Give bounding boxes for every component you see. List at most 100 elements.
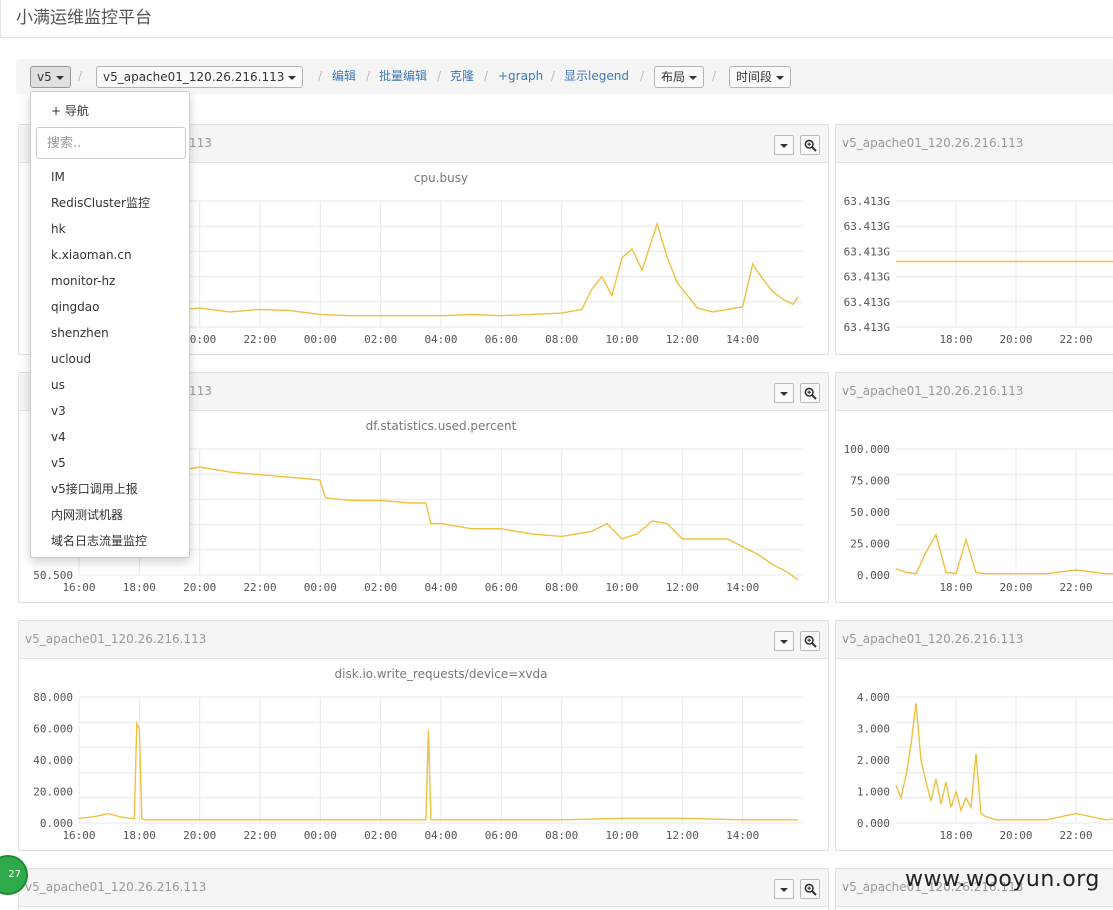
clone-link[interactable]: 克隆 bbox=[450, 66, 474, 88]
panel-title: 113 bbox=[189, 136, 212, 150]
x-tick-label: 20:00 bbox=[183, 829, 216, 842]
y-tick-label: 50.000 bbox=[850, 506, 890, 519]
y-tick-label: 100.000 bbox=[844, 443, 890, 456]
x-tick-label: 12:00 bbox=[666, 333, 699, 346]
panel-title: v5_apache01_120.26.216.113 bbox=[25, 632, 207, 646]
panel-menu-button[interactable] bbox=[774, 879, 794, 899]
dropdown-item[interactable]: v3 bbox=[51, 400, 66, 422]
panel-header: v5_apache01_120.26.216.113 bbox=[836, 125, 1113, 163]
x-tick-label: 10:00 bbox=[605, 829, 638, 842]
chevron-down-icon bbox=[689, 75, 698, 80]
edit-link[interactable]: 编辑 bbox=[332, 66, 356, 88]
y-tick-label: 63.413G bbox=[844, 220, 890, 233]
dropdown-item[interactable]: shenzhen bbox=[51, 322, 109, 344]
dropdown-item[interactable]: k.xiaoman.cn bbox=[51, 244, 132, 266]
dropdown-item[interactable]: IM bbox=[51, 166, 65, 188]
graph-panel: v5_apache01_120.26.216.113 bbox=[18, 868, 829, 910]
dropdown-item[interactable]: RedisCluster监控 bbox=[51, 192, 150, 214]
y-tick-label: 63.413G bbox=[844, 271, 890, 284]
y-tick-label: 63.413G bbox=[844, 296, 890, 309]
chevron-down-icon bbox=[288, 75, 297, 80]
show-legend-link[interactable]: 显示legend bbox=[564, 66, 629, 88]
dropdown-item[interactable]: v4 bbox=[51, 426, 66, 448]
x-tick-label: 18:00 bbox=[123, 581, 156, 594]
chevron-down-icon bbox=[780, 144, 788, 148]
x-tick-label: 22:00 bbox=[243, 581, 276, 594]
time-range-button[interactable]: 时间段 bbox=[729, 66, 792, 88]
panel-header: v5_apache01_120.26.216.113 bbox=[836, 621, 1113, 659]
y-tick-label: 75.000 bbox=[850, 475, 890, 488]
y-tick-label: 0.000 bbox=[857, 817, 890, 830]
nav-menu-item[interactable]: + 导航 bbox=[51, 102, 89, 119]
dropdown-item[interactable]: 域名日志流量监控 bbox=[51, 530, 147, 552]
add-graph-link[interactable]: +graph bbox=[498, 66, 543, 88]
disk-io-write-chart: disk.io.write_requests/device=xvda 18:00 2… bbox=[33, 667, 803, 842]
host-select-button[interactable]: v5_apache01_120.26.216.113 bbox=[96, 66, 304, 88]
group-select-button[interactable]: v5 bbox=[30, 66, 71, 88]
y-tick-label: 80.000 bbox=[33, 691, 73, 704]
x-tick-label: 10:00 bbox=[605, 581, 638, 594]
layout-button[interactable]: 布局 bbox=[654, 66, 705, 88]
monitor-app: 小满运维监控平台 v5 / v5_apache01_120.26.216.113… bbox=[0, 0, 1113, 910]
y-tick-label: 25.000 bbox=[850, 538, 890, 551]
x-tick-label: 20:00 bbox=[183, 581, 216, 594]
y-tick-label: 50.500 bbox=[33, 569, 73, 582]
batch-edit-link[interactable]: 批量编辑 bbox=[379, 66, 427, 88]
x-tick-label: 16:00 bbox=[62, 829, 95, 842]
chevron-down-icon bbox=[780, 392, 788, 396]
panel-header: v5_apache01_120.26.216.113 bbox=[836, 373, 1113, 411]
chevron-down-icon bbox=[55, 75, 64, 80]
dropdown-item[interactable]: hk bbox=[51, 218, 66, 240]
panel-title: v5_apache01_120.26.216.113 bbox=[842, 632, 1024, 646]
x-tick-label: 18:00 bbox=[939, 333, 972, 346]
group-dropdown-menu: + 导航 IM RedisCluster监控 hk k.xiaoman.cn monit… bbox=[30, 91, 190, 558]
x-tick-label: 02:00 bbox=[364, 333, 397, 346]
panel-menu-button[interactable] bbox=[774, 383, 794, 403]
panel-menu-button[interactable] bbox=[774, 631, 794, 651]
panel-title: v5_apache01_120.26.216.113 bbox=[842, 136, 1024, 150]
separator: / bbox=[437, 69, 442, 83]
chevron-down-icon bbox=[776, 75, 785, 80]
dropdown-search-input[interactable] bbox=[36, 127, 186, 159]
x-tick-label: 06:00 bbox=[485, 581, 518, 594]
x-tick-label: 12:00 bbox=[666, 829, 699, 842]
x-tick-label: 04:00 bbox=[424, 333, 457, 346]
x-tick-label: 20:00 bbox=[999, 829, 1032, 842]
panel-zoom-button[interactable] bbox=[800, 631, 820, 651]
panel-zoom-button[interactable] bbox=[800, 135, 820, 155]
y-tick-label: 3.000 bbox=[857, 723, 890, 736]
series-line bbox=[895, 532, 1113, 575]
y-tick-label: 4.000 bbox=[857, 691, 890, 704]
panel-menu-button[interactable] bbox=[774, 135, 794, 155]
y-tick-label: 0.000 bbox=[40, 817, 73, 830]
zoom-icon bbox=[804, 387, 817, 400]
dropdown-item[interactable]: v5 bbox=[51, 452, 66, 474]
x-tick-label: 14:00 bbox=[726, 333, 759, 346]
dropdown-item[interactable]: monitor-hz bbox=[51, 270, 115, 292]
x-tick-label: 14:00 bbox=[726, 829, 759, 842]
separator: / bbox=[551, 69, 556, 83]
dropdown-item[interactable]: 内网测试机器 bbox=[51, 504, 123, 526]
memory-chart: 18:00 20:00 22:00 63.413G 63.413G 63.413G 63.4… bbox=[844, 195, 1113, 346]
y-tick-label: 60.000 bbox=[33, 723, 73, 736]
chart-title: cpu.busy bbox=[414, 171, 468, 185]
x-tick-label: 00:00 bbox=[304, 829, 337, 842]
panel-zoom-button[interactable] bbox=[800, 383, 820, 403]
dropdown-item[interactable]: ucloud bbox=[51, 348, 91, 370]
group-select-label: v5 bbox=[37, 70, 52, 84]
dropdown-item[interactable]: qingdao bbox=[51, 296, 100, 318]
y-tick-label: 2.000 bbox=[857, 754, 890, 767]
separator: / bbox=[366, 69, 371, 83]
graph-panel: v5_apache01_120.26.216.113 18:00 20:00 22:… bbox=[835, 372, 1113, 603]
x-tick-label: 22:00 bbox=[1059, 829, 1092, 842]
panel-zoom-button[interactable] bbox=[800, 879, 820, 899]
dropdown-item[interactable]: v5接口调用上报 bbox=[51, 478, 138, 500]
y-tick-label: 63.413G bbox=[844, 321, 890, 334]
y-tick-label: 20.000 bbox=[33, 786, 73, 799]
top-bar: 小满运维监控平台 bbox=[0, 0, 1113, 38]
separator: / bbox=[78, 69, 83, 83]
x-tick-label: 00:00 bbox=[304, 333, 337, 346]
panel-title: v5_apache01_120.26.216.113 bbox=[25, 880, 207, 894]
dropdown-item[interactable]: us bbox=[51, 374, 65, 396]
panel-header: v5_apache01_120.26.216.113 bbox=[19, 621, 828, 659]
